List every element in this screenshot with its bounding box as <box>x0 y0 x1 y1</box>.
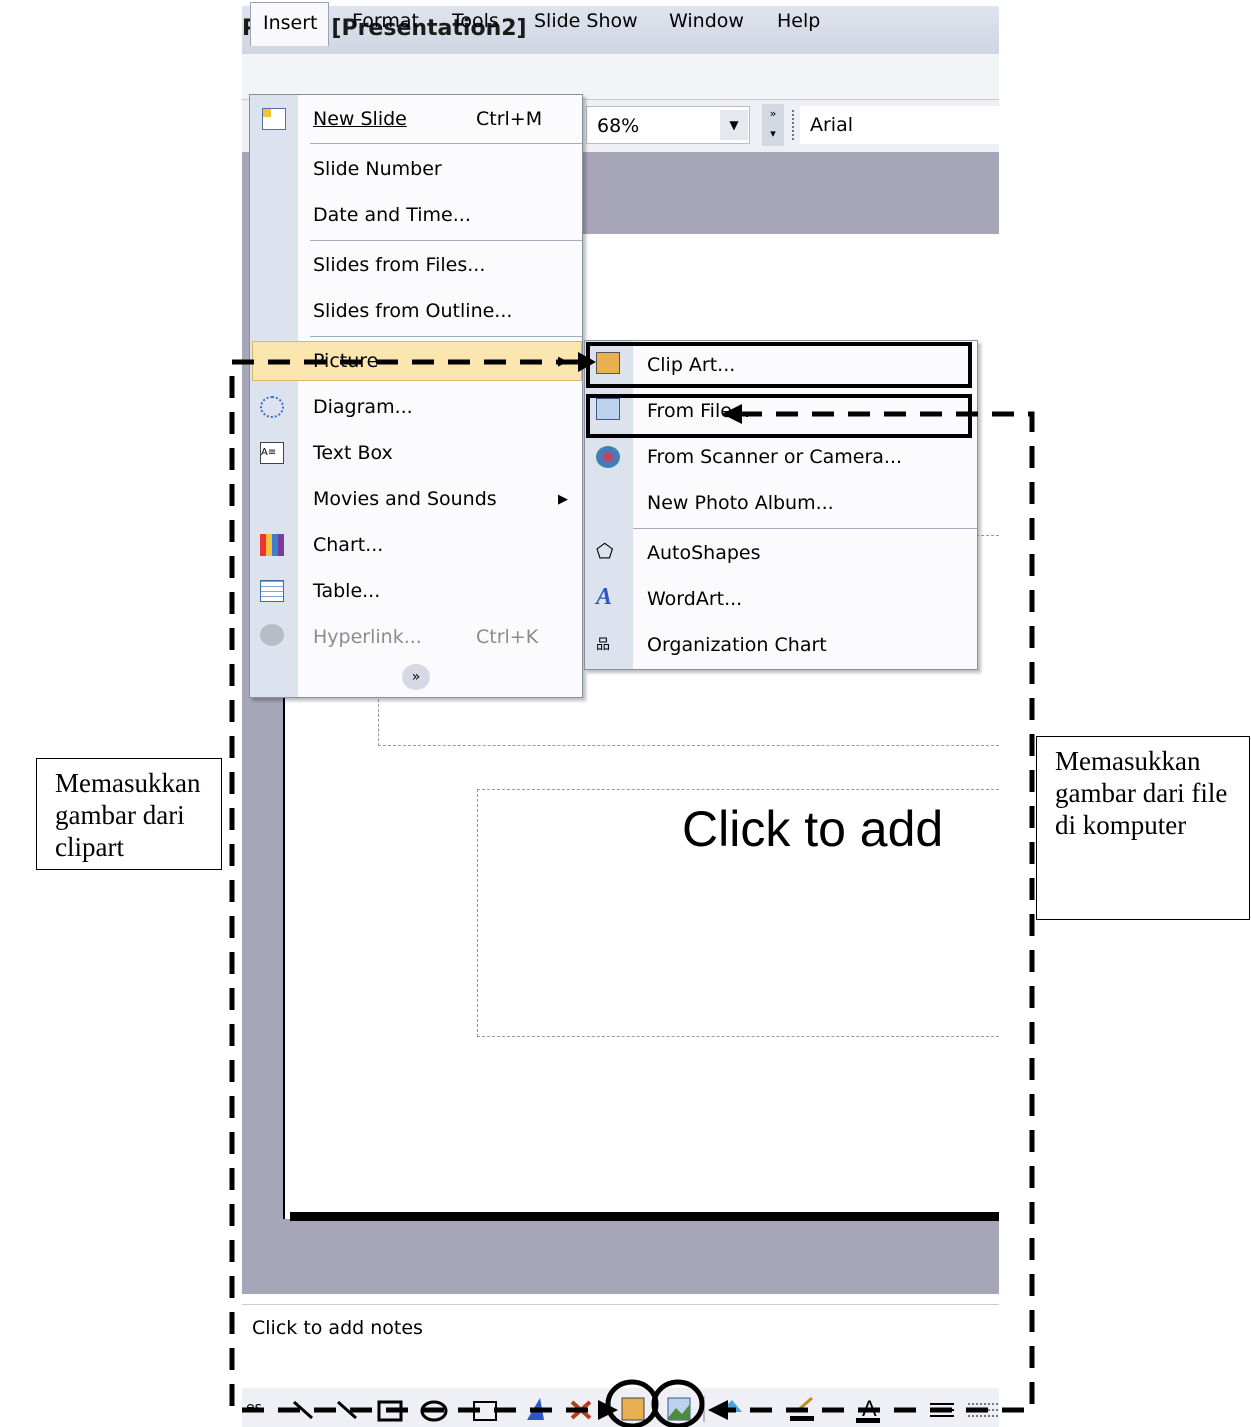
clipart-dashed-path <box>229 359 600 1413</box>
arrowhead-icon <box>708 1400 728 1420</box>
annotation-arrows <box>229 352 1035 1427</box>
arrowhead-icon <box>722 404 742 424</box>
arrowhead-icon <box>578 352 596 372</box>
insert-picture-button-circle <box>651 1379 705 1427</box>
from-file-dashed-path <box>715 411 1035 1413</box>
clip-art-button-circle <box>605 1379 659 1427</box>
